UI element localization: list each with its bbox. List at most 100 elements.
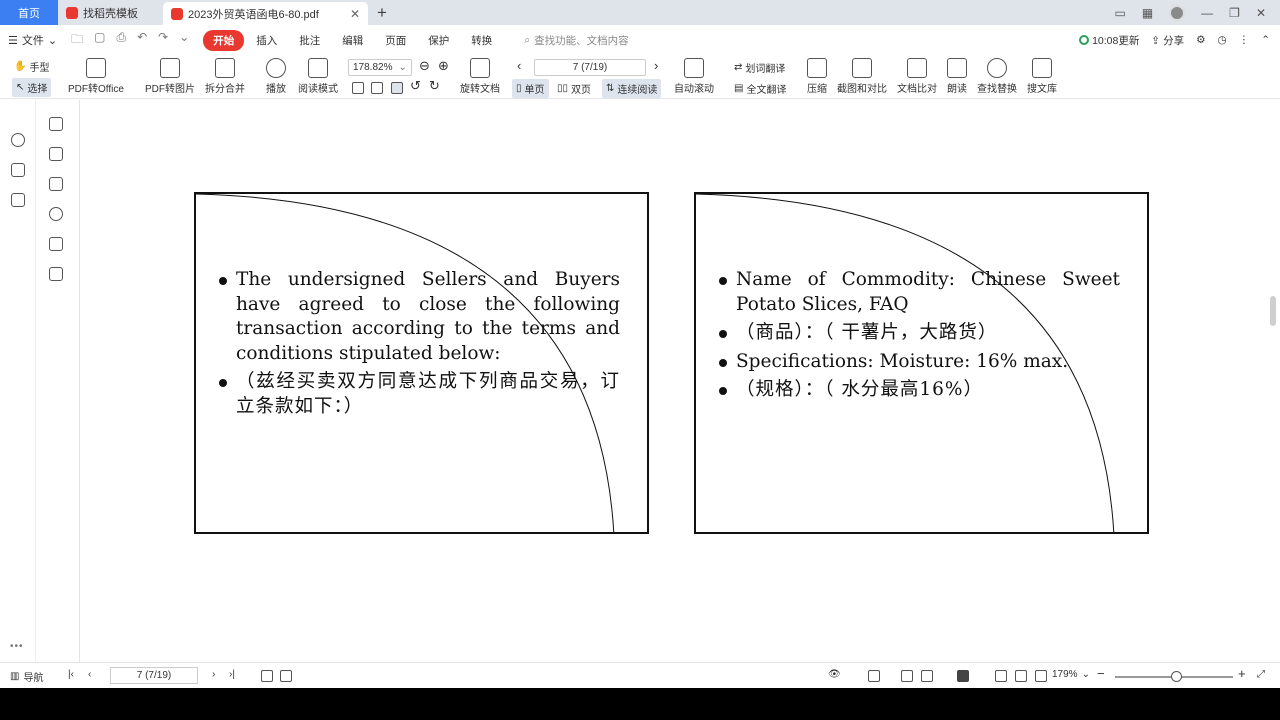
back-icon[interactable]: [261, 670, 273, 682]
split-merge-button[interactable]: 拆分合并: [205, 58, 245, 95]
search-doc-icon[interactable]: [11, 133, 25, 147]
history-icon[interactable]: ◷: [1218, 34, 1227, 46]
more-tools-icon[interactable]: •••: [10, 641, 24, 652]
tab-document[interactable]: 2023外贸英语函电6-80.pdf ✕: [163, 2, 368, 25]
tab-start[interactable]: 开始: [203, 29, 245, 51]
split-merge-icon: [215, 58, 235, 78]
expand-icon[interactable]: ⤢: [1257, 669, 1265, 680]
library-search-icon: [1032, 58, 1052, 78]
auto-scroll-button[interactable]: 自动滚动: [674, 58, 714, 95]
select-tool-button[interactable]: ↖ 选择: [12, 78, 52, 97]
fit-width-icon[interactable]: [1035, 670, 1047, 682]
book-open-icon[interactable]: [11, 193, 25, 207]
actual-size-icon[interactable]: [391, 82, 403, 94]
new-tab-button[interactable]: +: [368, 0, 396, 25]
slide-right-bullets: Name of Commodity: Chinese Sweet Potato …: [718, 268, 1120, 407]
comment-icon[interactable]: [49, 177, 63, 191]
chevron-down-icon[interactable]: ⌄: [179, 30, 189, 51]
hand-tool-button[interactable]: ✋ 手型: [14, 59, 49, 74]
navigation-button[interactable]: ▥ 导航: [10, 669, 43, 684]
search-box[interactable]: ⌕ 查找功能、文档内容: [524, 33, 628, 48]
zoom-level-select[interactable]: 179% ⌄: [1052, 669, 1090, 680]
bookmark-icon[interactable]: [49, 117, 63, 131]
thumbnail-icon[interactable]: [49, 147, 63, 161]
prev-page-icon[interactable]: ‹: [88, 669, 91, 680]
pdf-to-image-button[interactable]: PDF转图片: [145, 58, 195, 95]
eye-care-icon[interactable]: 👁: [828, 669, 841, 680]
first-page-icon[interactable]: |‹: [68, 669, 74, 680]
restore-icon[interactable]: ❐: [1229, 6, 1240, 20]
status-page-input[interactable]: 7 (7/19): [110, 667, 198, 684]
rotate-right-icon[interactable]: ↻: [429, 78, 440, 94]
search-library-button[interactable]: 搜文库: [1027, 58, 1057, 95]
zoom-in-icon[interactable]: ⊕: [438, 58, 449, 74]
single-page-button[interactable]: ▯ 单页: [512, 79, 549, 98]
rotate-doc-button[interactable]: 旋转文档: [460, 58, 500, 95]
last-page-icon[interactable]: ›|: [229, 669, 235, 680]
signature-icon[interactable]: [49, 237, 63, 251]
apps-grid-icon[interactable]: ▦: [1142, 6, 1153, 20]
double-page-button[interactable]: ▯▯ 双页: [557, 81, 591, 96]
next-page-icon[interactable]: ›: [654, 58, 658, 73]
save-icon[interactable]: ▢: [94, 30, 105, 51]
share-button[interactable]: ⇪ 分享: [1151, 33, 1184, 48]
quick-access: 🗀 ▢ ⎙ ↶ ↷ ⌄: [71, 30, 189, 51]
compress-button[interactable]: 压缩: [807, 58, 827, 95]
filter-icon[interactable]: [11, 163, 25, 177]
fit-page-icon[interactable]: [371, 82, 383, 94]
avatar[interactable]: [1169, 4, 1186, 21]
print-icon[interactable]: ⎙: [116, 30, 126, 51]
pdf-to-office-button[interactable]: PDF转Office: [68, 58, 124, 95]
tab-template[interactable]: 找稻壳模板: [58, 0, 163, 25]
forward-icon[interactable]: [280, 670, 292, 682]
doc-compare-button[interactable]: 文档比对: [897, 58, 937, 95]
rotate-left-icon[interactable]: ↺: [410, 78, 421, 94]
settings-icon[interactable]: ⚙: [1196, 34, 1205, 46]
continuous-read-button[interactable]: ⇅ 连续阅读: [602, 79, 662, 98]
word-translate-button[interactable]: ⇄ 划词翻译: [734, 60, 785, 75]
play-slideshow-icon[interactable]: [957, 670, 969, 682]
zoom-in-button[interactable]: +: [1238, 666, 1246, 681]
fit-page-icon[interactable]: [1015, 670, 1027, 682]
fit-width-icon[interactable]: [352, 82, 364, 94]
tab-protect[interactable]: 保护: [418, 30, 459, 51]
page-input[interactable]: 7 (7/19): [534, 59, 646, 76]
layout-icon[interactable]: ▭: [1114, 6, 1125, 20]
zoom-select[interactable]: 178.82% ⌄: [348, 59, 412, 76]
find-replace-button[interactable]: 查找替换: [977, 58, 1017, 95]
actual-size-icon[interactable]: [995, 670, 1007, 682]
sync-status[interactable]: 10:08更新: [1079, 33, 1139, 48]
zoom-out-button[interactable]: −: [1097, 666, 1105, 681]
screenshot-compare-button[interactable]: 截图和对比: [837, 58, 887, 95]
tab-home[interactable]: 首页: [0, 0, 58, 25]
layers-icon[interactable]: [49, 267, 63, 281]
minimize-icon[interactable]: —: [1201, 6, 1213, 20]
play-button[interactable]: 播放: [266, 58, 286, 95]
close-window-icon[interactable]: ✕: [1256, 6, 1266, 20]
fullscreen-icon[interactable]: [868, 670, 880, 682]
attachment-icon[interactable]: [49, 207, 63, 221]
zoom-slider-handle[interactable]: [1171, 671, 1182, 682]
collapse-ribbon-icon[interactable]: ⌃: [1261, 34, 1270, 46]
tab-annotate[interactable]: 批注: [289, 30, 330, 51]
tab-page[interactable]: 页面: [375, 30, 416, 51]
zoom-out-icon[interactable]: ⊖: [419, 58, 430, 74]
redo-icon[interactable]: ↷: [158, 30, 168, 51]
close-tab-icon[interactable]: ✕: [350, 7, 360, 21]
window-controls: ▭ ▦ — ❐ ✕: [1114, 0, 1280, 25]
tab-insert[interactable]: 插入: [246, 30, 287, 51]
undo-icon[interactable]: ↶: [137, 30, 147, 51]
open-folder-icon[interactable]: 🗀: [71, 30, 83, 51]
next-page-icon[interactable]: ›: [212, 669, 215, 680]
prev-page-icon[interactable]: ‹: [517, 58, 521, 73]
tab-convert[interactable]: 转换: [461, 30, 502, 51]
more-icon[interactable]: ⋮: [1239, 34, 1250, 46]
read-mode-button[interactable]: 阅读模式: [298, 58, 338, 95]
tab-edit[interactable]: 编辑: [332, 30, 373, 51]
file-menu-button[interactable]: ☰ 文件 ⌄: [0, 32, 65, 48]
full-translate-button[interactable]: ▤ 全文翻译: [734, 81, 786, 96]
double-page-view-icon[interactable]: [921, 670, 933, 682]
vertical-scrollbar[interactable]: [1270, 296, 1276, 326]
single-page-view-icon[interactable]: [901, 670, 913, 682]
read-aloud-button[interactable]: 朗读: [947, 58, 967, 95]
